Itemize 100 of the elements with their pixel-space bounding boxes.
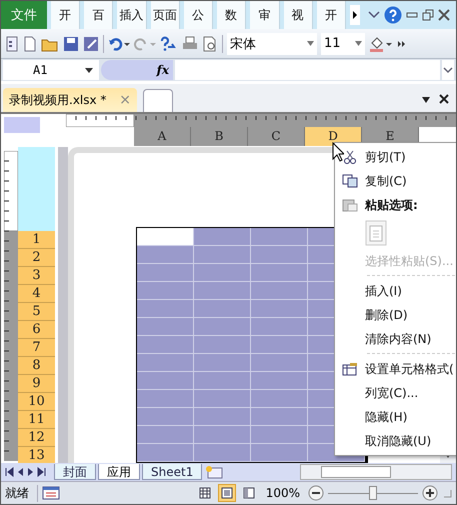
ribbon-tab[interactable]: 数: [217, 1, 246, 29]
last-sheet-icon[interactable]: [37, 467, 46, 477]
chevron-down-icon[interactable]: [368, 10, 380, 20]
cell[interactable]: [194, 426, 251, 444]
cell[interactable]: [251, 246, 308, 264]
horizontal-scrollbar[interactable]: [300, 464, 452, 480]
zoom-in-icon[interactable]: [422, 485, 438, 501]
sheet-tab[interactable]: 应用: [98, 464, 140, 480]
row-header[interactable]: 9: [18, 375, 55, 393]
cell[interactable]: [137, 300, 194, 318]
cell[interactable]: [194, 444, 251, 462]
column-header[interactable]: B: [191, 127, 248, 146]
row-header[interactable]: 7: [18, 339, 55, 357]
cell[interactable]: [251, 390, 308, 408]
column-header[interactable]: C: [248, 127, 305, 146]
cell[interactable]: [194, 336, 251, 354]
ribbon-tab[interactable]: 开: [51, 1, 80, 29]
cell[interactable]: [251, 300, 308, 318]
row-header[interactable]: 2: [18, 249, 55, 267]
cell[interactable]: [137, 426, 194, 444]
cell[interactable]: [194, 282, 251, 300]
cell[interactable]: [251, 264, 308, 282]
column-header[interactable]: A: [134, 127, 191, 146]
previous-sheet-icon[interactable]: [17, 467, 24, 477]
sheet-tab[interactable]: 封面: [54, 464, 96, 480]
insert-function-button[interactable]: fx: [156, 63, 169, 77]
save-as-icon[interactable]: [83, 36, 99, 52]
document-icon[interactable]: [5, 36, 19, 52]
fill-color-icon[interactable]: [369, 36, 393, 52]
close-icon[interactable]: [438, 93, 450, 105]
ribbon-tab[interactable]: 视: [284, 1, 313, 29]
row-header[interactable]: 1: [18, 231, 55, 249]
select-all-button[interactable]: [4, 117, 40, 133]
menu-item[interactable]: 设置单元格格式(: [335, 357, 456, 381]
cell[interactable]: [194, 318, 251, 336]
cell[interactable]: [137, 246, 194, 264]
cell[interactable]: [251, 444, 308, 462]
menu-item[interactable]: 复制(C): [335, 169, 456, 193]
row-header[interactable]: 10: [18, 393, 55, 411]
scrollbar-thumb[interactable]: [321, 466, 391, 478]
sheet-tab[interactable]: Sheet1: [142, 464, 202, 480]
row-header[interactable]: 13: [18, 447, 55, 463]
cell[interactable]: [194, 408, 251, 426]
new-tab[interactable]: [143, 89, 173, 112]
help-icon[interactable]: [384, 6, 402, 24]
cell[interactable]: [194, 264, 251, 282]
ribbon-tab[interactable]: 审: [250, 1, 280, 29]
cell[interactable]: [251, 228, 308, 246]
ribbon-tab[interactable]: 公: [184, 1, 214, 29]
menu-item[interactable]: 删除(D): [335, 303, 456, 327]
ribbon-tab[interactable]: 插入: [117, 1, 147, 29]
overflow-icon[interactable]: [397, 38, 407, 48]
formula-input[interactable]: [175, 60, 440, 80]
cell[interactable]: [137, 264, 194, 282]
ribbon-tab[interactable]: 百: [84, 1, 114, 29]
cell[interactable]: [137, 372, 194, 390]
menu-item[interactable]: 清除内容(N): [335, 327, 456, 351]
row-header[interactable]: 4: [18, 285, 55, 303]
cell[interactable]: [194, 372, 251, 390]
scroll-right-icon[interactable]: [350, 5, 360, 25]
cell[interactable]: [137, 282, 194, 300]
row-header[interactable]: 6: [18, 321, 55, 339]
expand-icon[interactable]: [442, 60, 454, 80]
cell[interactable]: [251, 372, 308, 390]
zoom-slider-thumb[interactable]: [369, 486, 377, 500]
printer-icon[interactable]: [182, 36, 198, 52]
cell[interactable]: [194, 354, 251, 372]
dropdown-icon[interactable]: [420, 95, 432, 105]
row-header[interactable]: 3: [18, 267, 55, 285]
macro-record-icon[interactable]: [42, 486, 60, 500]
first-sheet-icon[interactable]: [5, 467, 14, 477]
paste-option-icon[interactable]: [365, 220, 387, 246]
ribbon-tab[interactable]: 页面: [150, 1, 180, 29]
insert-sheet-icon[interactable]: [204, 465, 224, 479]
cell[interactable]: [137, 444, 194, 462]
cell[interactable]: [194, 390, 251, 408]
cell[interactable]: [251, 408, 308, 426]
cell[interactable]: [137, 408, 194, 426]
close-icon[interactable]: [438, 9, 450, 21]
help-arrow-icon[interactable]: [160, 36, 178, 52]
cell[interactable]: [137, 390, 194, 408]
name-box[interactable]: A1: [3, 60, 99, 80]
cell[interactable]: [251, 282, 308, 300]
row-header[interactable]: 8: [18, 357, 55, 375]
cell[interactable]: [137, 354, 194, 372]
menu-item[interactable]: 列宽(C)...: [335, 381, 456, 405]
ribbon-tab[interactable]: 开: [316, 1, 346, 29]
menu-item[interactable]: 插入(I): [335, 279, 456, 303]
cell[interactable]: [194, 246, 251, 264]
next-sheet-icon[interactable]: [27, 467, 34, 477]
cell[interactable]: [251, 336, 308, 354]
row-header[interactable]: 5: [18, 303, 55, 321]
cell[interactable]: [251, 426, 308, 444]
print-preview-icon[interactable]: [202, 36, 218, 52]
page-layout-view-button[interactable]: [218, 484, 236, 502]
cell[interactable]: [251, 318, 308, 336]
minimize-icon[interactable]: [406, 11, 418, 19]
cell[interactable]: [137, 228, 194, 246]
zoom-out-icon[interactable]: [308, 485, 324, 501]
new-file-icon[interactable]: [23, 36, 37, 52]
